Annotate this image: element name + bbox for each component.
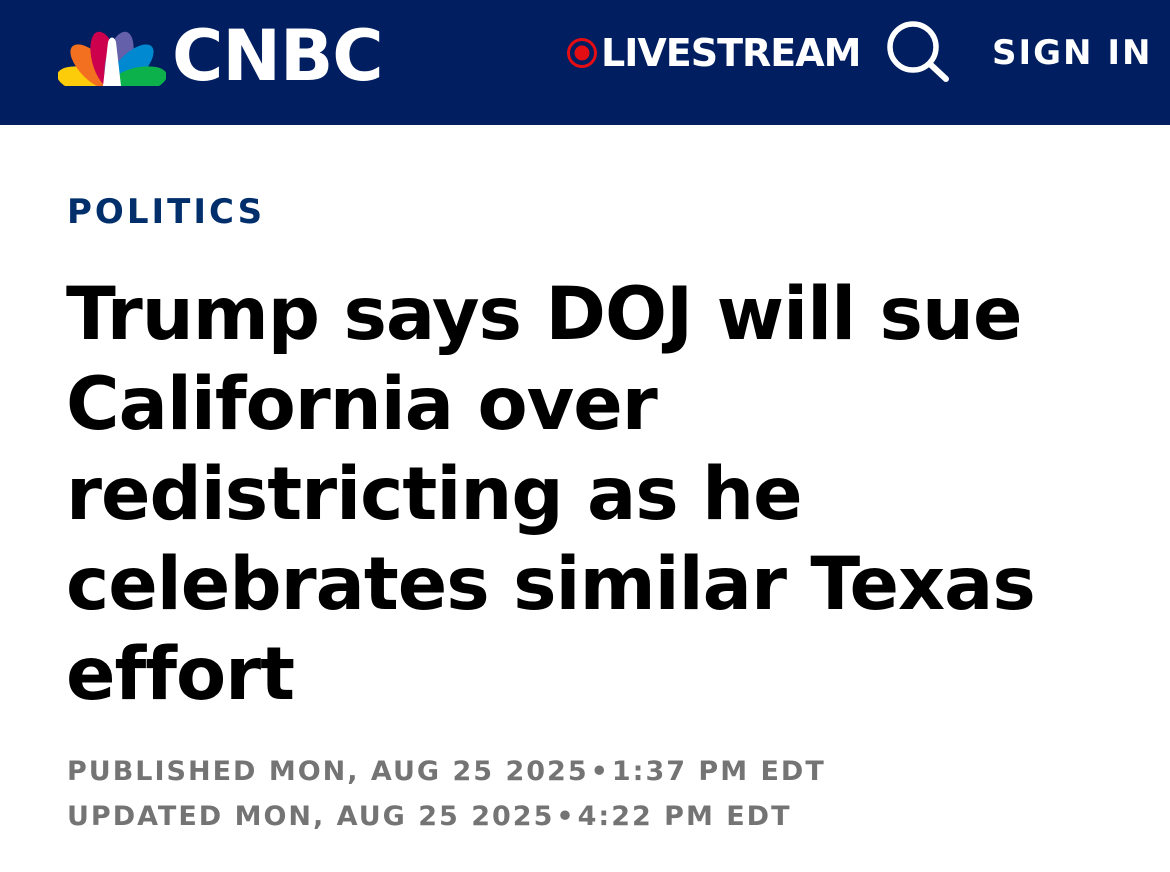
updated-time: 4:22 PM EDT xyxy=(577,801,792,832)
search-button[interactable] xyxy=(884,20,952,84)
search-icon xyxy=(887,21,949,82)
updated-date: MON, AUG 25 2025 xyxy=(234,801,555,832)
updated-label: UPDATED xyxy=(67,801,224,832)
livestream-label: LIVESTREAM xyxy=(601,31,861,75)
site-header: CNBC LIVESTREAM SIGN IN xyxy=(0,0,1170,125)
livestream-link[interactable]: LIVESTREAM xyxy=(566,30,861,76)
updated-timestamp: UPDATED MON, AUG 25 2025•4:22 PM EDT xyxy=(67,801,792,833)
published-separator: • xyxy=(590,756,610,787)
cnbc-logo[interactable]: CNBC xyxy=(58,15,384,97)
published-date: MON, AUG 25 2025 xyxy=(268,756,589,787)
sign-in-button[interactable]: SIGN IN xyxy=(992,33,1152,73)
published-time: 1:37 PM EDT xyxy=(611,756,826,787)
brand-wordmark: CNBC xyxy=(172,15,384,97)
article-headline: Trump says DOJ will sue California over … xyxy=(66,272,1036,717)
updated-separator: • xyxy=(556,801,576,832)
section-label[interactable]: POLITICS xyxy=(67,192,265,232)
nbc-peacock-icon xyxy=(58,31,166,90)
published-timestamp: PUBLISHED MON, AUG 25 2025•1:37 PM EDT xyxy=(67,756,826,788)
published-label: PUBLISHED xyxy=(67,756,258,787)
live-dot-icon xyxy=(567,38,597,68)
